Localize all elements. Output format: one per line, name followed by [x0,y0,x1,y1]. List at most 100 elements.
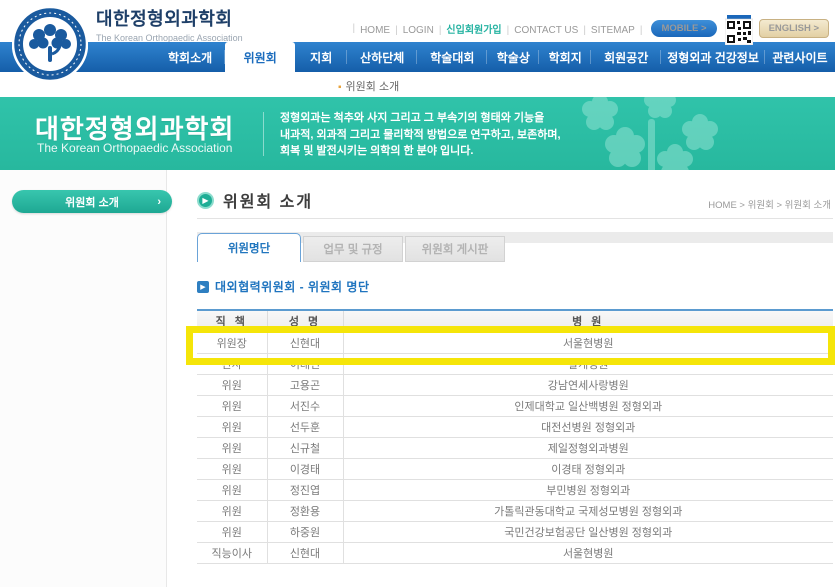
table-cell: 신현대 [267,542,343,563]
utility-link-join[interactable]: 신입회원가입 [446,25,501,36]
table-cell: 위원 [197,479,267,500]
utility-link-sitemap[interactable]: SITEMAP [591,25,635,36]
table-row: 위원서진수인제대학교 일산백병원 정형외과 [197,395,833,416]
table-row: 위원정환용가톨릭관동대학교 국제성모병원 정형외과 [197,500,833,521]
nav-item-6[interactable]: 학회지 [539,42,591,72]
table-cell: 위원 [197,458,267,479]
table-row: 위원하중원국민건강보험공단 일산병원 정형외과 [197,521,833,542]
table-row-highlighted: 위원장신현대서울현병원 [197,332,833,353]
table-cell: 직능이사 [197,542,267,563]
tab-bar: 위원명단업무 및 규정위원회 게시판 [197,232,833,262]
table-cell: 고용곤 [267,374,343,395]
table-cell: 위원장 [197,332,267,353]
utility-links: HOME|LOGIN|신입회원가입|CONTACT US|SITEMAP| [360,21,647,36]
table-cell: 서진수 [267,395,343,416]
association-seal-icon [12,6,88,82]
utility-link-home[interactable]: HOME [360,25,390,36]
table-row: 직능이사신현대서울현병원 [197,542,833,563]
table-cell: 가톨릭관동대학교 국제성모병원 정형외과 [343,500,833,521]
table-cell: 위원 [197,437,267,458]
table-cell: 신규철 [267,437,343,458]
submenu-label: 위원회 소개 [346,81,400,93]
table-cell: 이경태 정형외과 [343,458,833,479]
english-button[interactable]: ENGLISH > [759,19,829,38]
mobile-button[interactable]: MOBILE > [651,20,716,37]
table-cell: 부민병원 정형외과 [343,479,833,500]
divider: | [507,25,510,36]
breadcrumb: HOME > 위원회 > 위원회 소개 [708,197,831,211]
table-cell: 위원 [197,374,267,395]
banner-description: 정형외과는 척추와 사지 그리고 그 부속기의 형태와 기능을내과적, 외과적 … [280,110,561,160]
nav-items: 학회소개위원회지회산하단체학술대회학술상학회지회원공간정형외과 건강정보관련사이… [155,42,835,72]
table-row: 위원정진엽부민병원 정형외과 [197,479,833,500]
utility-link-login[interactable]: LOGIN [403,25,434,36]
tab-1[interactable]: 업무 및 규정 [303,236,403,262]
divider: | [583,25,586,36]
table-column-header: 직 책 [197,310,267,332]
divider: | [439,25,442,36]
table-row: 위원이경태이경태 정형외과 [197,458,833,479]
nav-item-8[interactable]: 정형외과 건강정보 [661,42,765,72]
tab-0[interactable]: 위원명단 [197,233,301,262]
banner-description-line: 정형외과는 척추와 사지 그리고 그 부속기의 형태와 기능을 [280,110,561,127]
divider [197,218,833,219]
table-cell: 인제대학교 일산백병원 정형외과 [343,395,833,416]
table-cell: 날개병원 [343,353,833,374]
table-cell: 국민건강보험공단 일산병원 정형외과 [343,521,833,542]
table-row: 위원선두훈대전선병원 정형외과 [197,416,833,437]
table-cell: 서울현병원 [343,332,833,353]
qr-code-icon [725,15,753,45]
table-cell: 정환용 [267,500,343,521]
table-cell: 위원 [197,395,267,416]
section-bullet-icon: ▶ [197,281,209,293]
nav-item-2[interactable]: 지회 [295,42,347,72]
table-row: 위원신규철제일정형외과병원 [197,437,833,458]
logo-title-block: 대한정형외과학회 The Korean Orthopaedic Associat… [96,5,243,43]
table-column-header: 병 원 [343,310,833,332]
nav-item-9[interactable]: 관련사이트 [765,42,835,72]
submenu-bar: ▪ 위원회 소개 [0,72,835,97]
table-cell: 강남연세사랑병원 [343,374,833,395]
nav-item-1[interactable]: 위원회 [225,42,295,72]
nav-item-4[interactable]: 학술대회 [417,42,487,72]
table-cell: 서울현병원 [343,542,833,563]
bullet-icon: ▪ [338,82,342,93]
section-title: 대외협력위원회 - 위원회 명단 [215,278,369,295]
nav-item-5[interactable]: 학술상 [487,42,539,72]
banner-subtitle: The Korean Orthopaedic Association [37,141,232,155]
table-cell: 대전선병원 정형외과 [343,416,833,437]
table-cell: 간사 [197,353,267,374]
utility-bar: | HOME|LOGIN|신입회원가입|CONTACT US|SITEMAP| … [347,13,829,43]
submenu-item-committee-intro[interactable]: ▪ 위원회 소개 [338,78,399,94]
table-cell: 이경태 [267,458,343,479]
tab-2[interactable]: 위원회 게시판 [405,236,505,262]
table-cell: 제일정형외과병원 [343,437,833,458]
association-logo[interactable] [12,6,88,82]
divider: | [352,23,355,34]
page-title-row: ▶ 위원회 소개 [197,188,313,212]
table-cell: 신현대 [267,332,343,353]
section-header: ▶ 대외협력위원회 - 위원회 명단 [197,278,369,295]
page: 대한정형외과학회 The Korean Orthopaedic Associat… [0,0,835,587]
utility-link-contact-us[interactable]: CONTACT US [514,25,578,36]
site-title[interactable]: 대한정형외과학회 [96,5,243,31]
banner-description-line: 내과적, 외과적 그리고 물리학적 방법으로 연구하고, 보존하며, [280,127,561,144]
table-cell: 이태연 [267,353,343,374]
title-bullet-icon: ▶ [197,192,214,209]
table-cell: 정진엽 [267,479,343,500]
table-column-header: 성 명 [267,310,343,332]
top-header: 대한정형외과학회 The Korean Orthopaedic Associat… [0,0,835,42]
divider [263,112,264,156]
banner-description-line: 회복 및 발전시키는 의학의 한 분야 입니다. [280,143,561,160]
nav-item-0[interactable]: 학회소개 [155,42,225,72]
sidebar-item-committee-intro[interactable]: 위원회 소개 › [12,190,172,213]
sidebar [0,170,167,587]
nav-item-7[interactable]: 회원공간 [591,42,661,72]
table-cell: 위원 [197,521,267,542]
table-header-row: 직 책성 명병 원 [197,310,833,332]
table-cell: 위원 [197,416,267,437]
main-nav: 학회소개위원회지회산하단체학술대회학술상학회지회원공간정형외과 건강정보관련사이… [0,42,835,72]
nav-item-3[interactable]: 산하단체 [347,42,417,72]
committee-member-table: 직 책성 명병 원 위원장신현대서울현병원간사이태연날개병원위원고용곤강남연세사… [197,309,833,564]
divider: | [640,25,643,36]
